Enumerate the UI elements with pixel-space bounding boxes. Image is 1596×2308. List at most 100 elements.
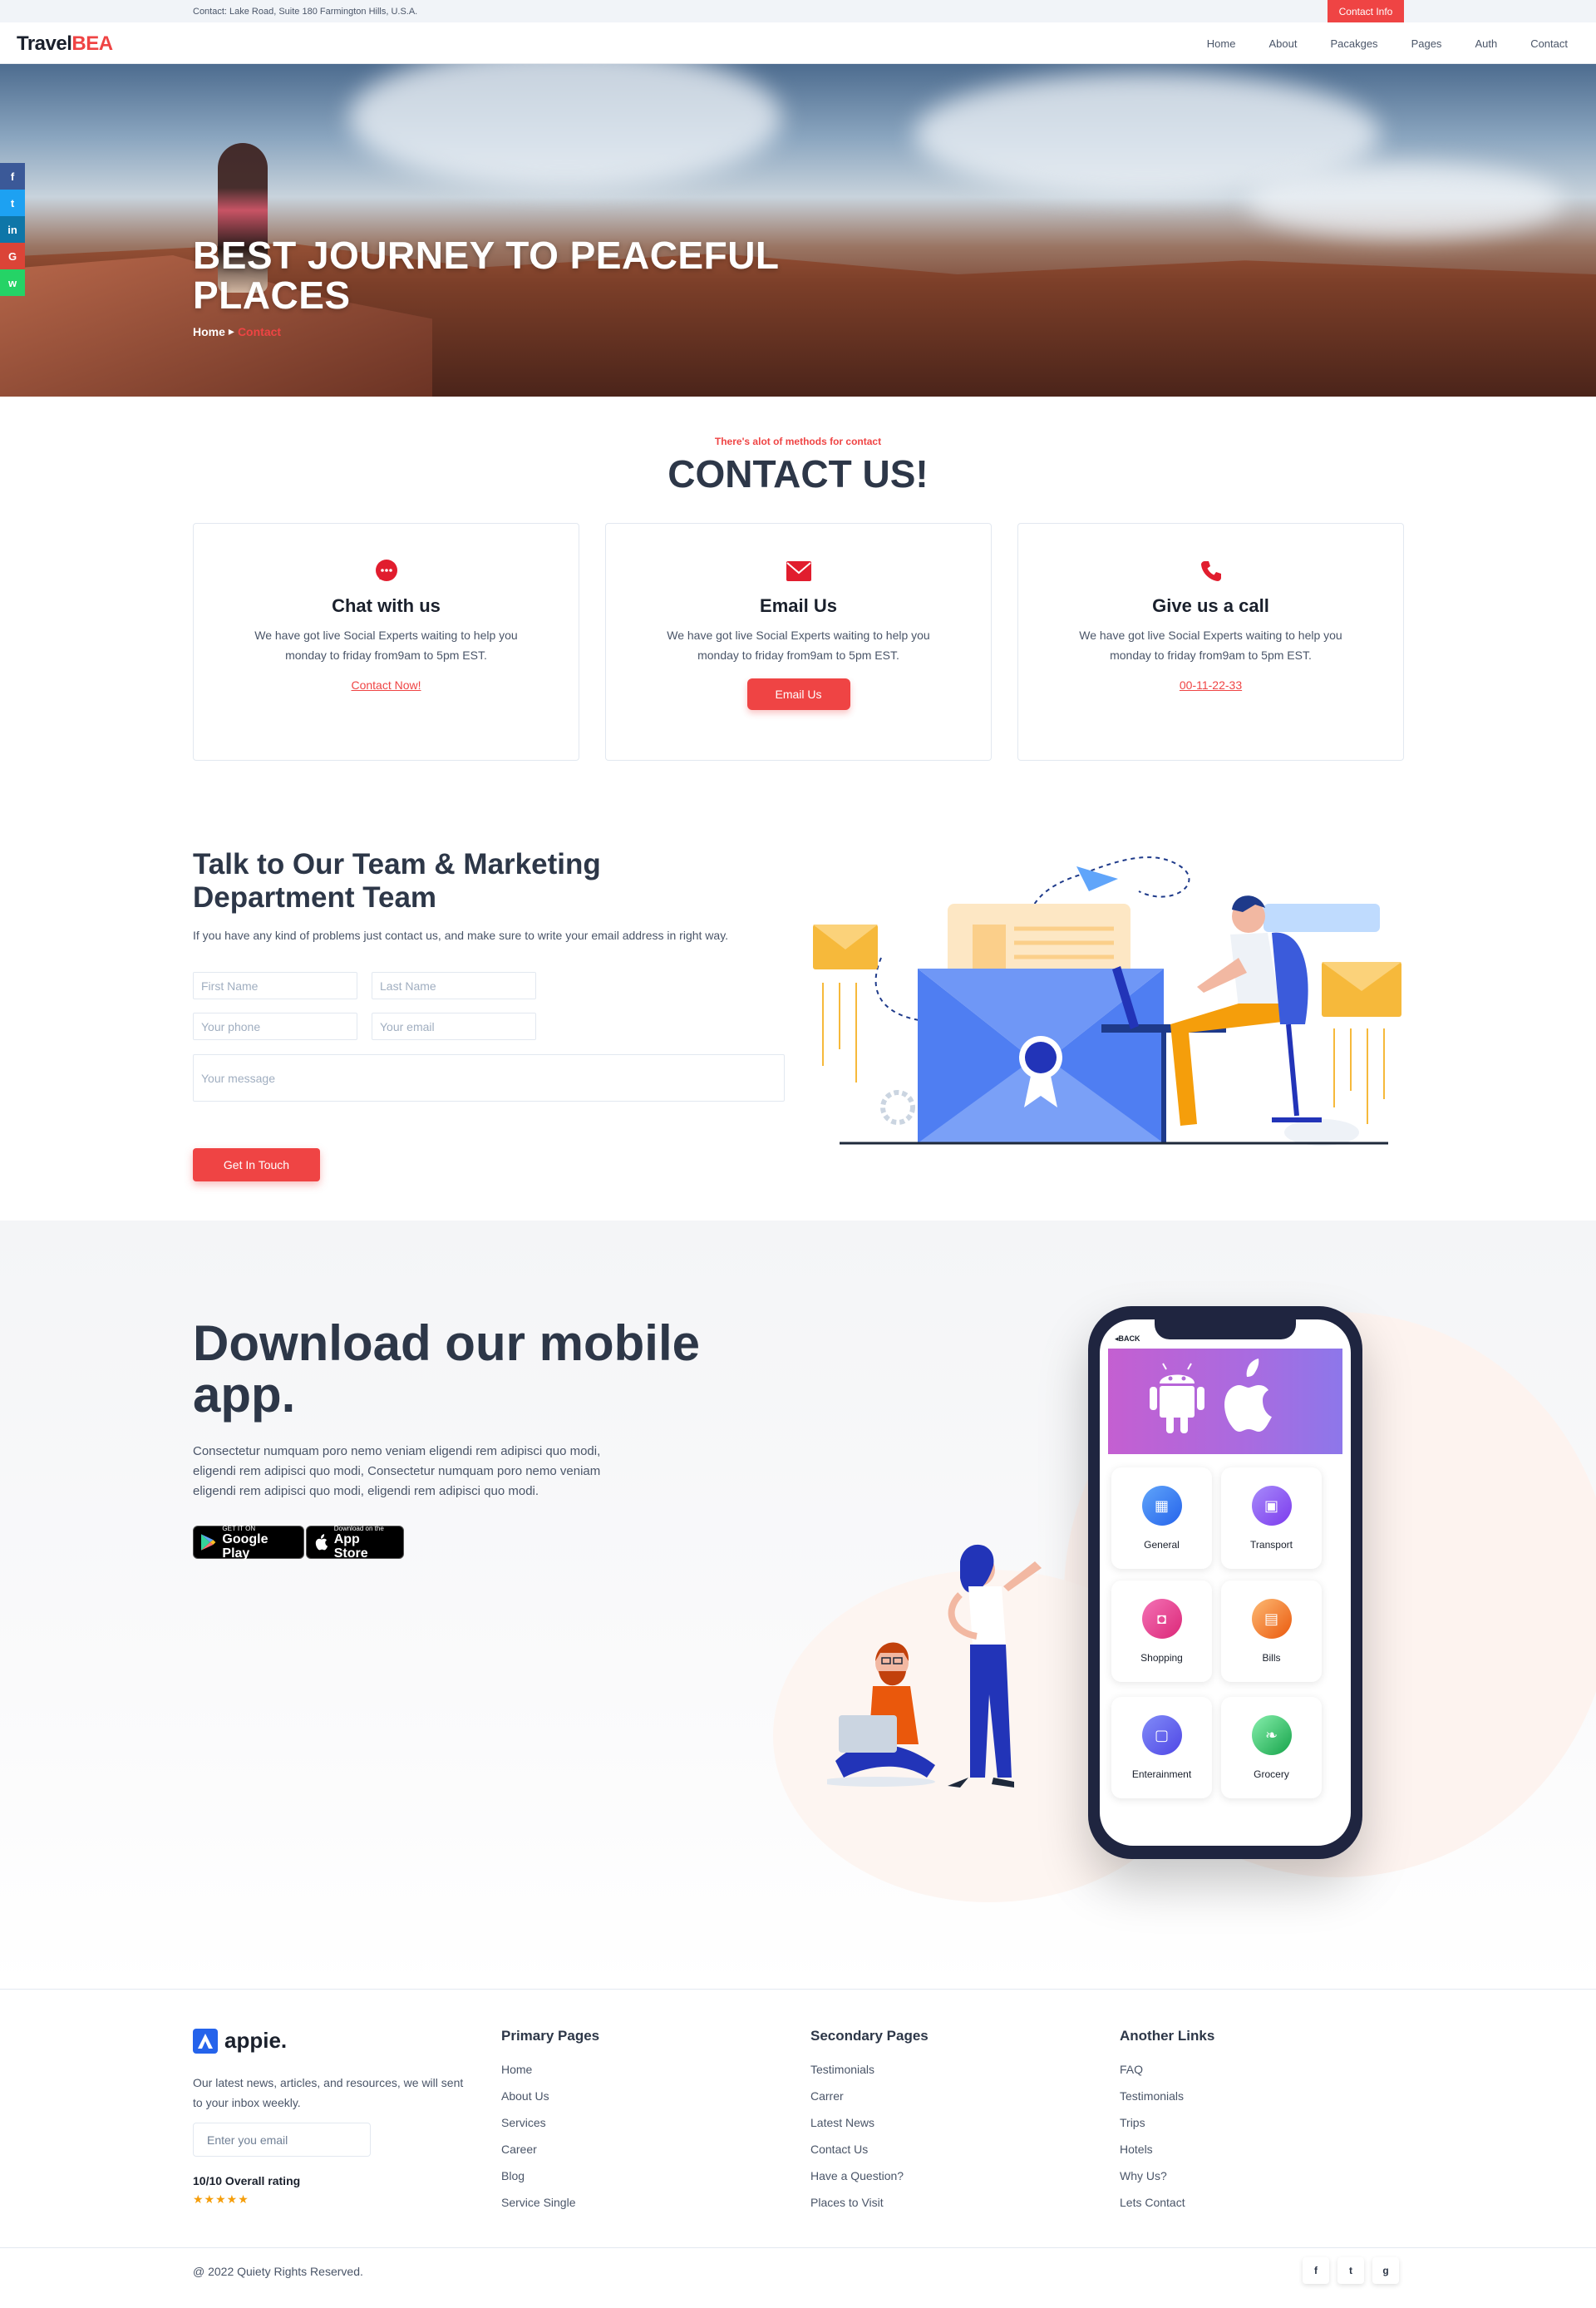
footer-link[interactable]: Career — [501, 2136, 599, 2163]
footer-link[interactable]: About Us — [501, 2083, 599, 2109]
phone-back-button[interactable]: ◂BACK — [1115, 1334, 1140, 1344]
app-title: Download our mobile app. — [193, 1315, 700, 1423]
card-title: Chat with us — [332, 595, 441, 616]
download-app-section: Download our mobile app. Consectetur num… — [0, 1221, 1596, 1989]
form-description: If you have any kind of problems just co… — [193, 929, 729, 942]
first-name-field[interactable]: First Name — [193, 972, 357, 999]
footer-link[interactable]: Testimonials — [1120, 2083, 1214, 2109]
footer-link[interactable]: Contact Us — [810, 2136, 929, 2163]
apple-logo-icon — [1224, 1359, 1272, 1432]
tile-label: Transport — [1250, 1539, 1293, 1551]
phone-back-label: BACK — [1118, 1334, 1140, 1343]
footer-link[interactable]: Blog — [501, 2163, 599, 2189]
footer-link[interactable]: Home — [501, 2056, 599, 2083]
tile-general[interactable]: ▦ General — [1111, 1467, 1212, 1569]
tile-label: General — [1144, 1539, 1180, 1551]
google-play-label: Google Play — [222, 1531, 268, 1561]
footer-link[interactable]: Service Single — [501, 2189, 599, 2216]
phone-number-link[interactable]: 00-11-22-33 — [1180, 678, 1242, 692]
nav-pages[interactable]: Pages — [1411, 37, 1442, 50]
nav-home[interactable]: Home — [1207, 37, 1236, 50]
tile-entertainment[interactable]: ▢ Enterainment — [1111, 1697, 1212, 1798]
site-logo[interactable]: TravelBEA — [17, 32, 113, 56]
hero-cloud — [349, 64, 781, 189]
contact-address: Contact: Lake Road, Suite 180 Farmington… — [193, 7, 418, 17]
logo-accent: BEA — [71, 32, 113, 55]
tile-shopping[interactable]: ◘ Shopping — [1111, 1581, 1212, 1682]
bus-icon: ▣ — [1251, 1486, 1292, 1526]
whatsapp-icon[interactable]: w — [0, 269, 25, 296]
leaf-icon: ❧ — [1251, 1715, 1292, 1755]
footer-link[interactable]: Services — [501, 2109, 599, 2136]
email-us-button[interactable]: Email Us — [746, 678, 850, 710]
twitter-icon[interactable]: t — [1337, 2257, 1364, 2284]
footer-link[interactable]: Have a Question? — [810, 2163, 929, 2189]
tile-label: Shopping — [1140, 1652, 1183, 1664]
tile-bills[interactable]: ▤ Bills — [1221, 1581, 1322, 1682]
google-play-button[interactable]: GET IT ON Google Play — [193, 1524, 304, 1561]
tv-icon: ▢ — [1141, 1715, 1182, 1755]
facebook-icon[interactable]: f — [0, 163, 25, 190]
footer-column-another: Another Links FAQ Testimonials Trips Hot… — [1120, 2028, 1214, 2216]
contact-info-button[interactable]: Contact Info — [1328, 0, 1404, 22]
chat-bubble-icon — [374, 559, 399, 584]
app-store-label: App Store — [333, 1531, 368, 1561]
google-play-icon — [200, 1534, 216, 1551]
card-title: Give us a call — [1152, 595, 1269, 616]
last-name-field[interactable]: Last Name — [372, 972, 536, 999]
footer-column-title: Secondary Pages — [810, 2028, 929, 2044]
email-field[interactable]: Your email — [372, 1013, 536, 1040]
google-icon[interactable]: G — [0, 243, 25, 269]
phone-mockup: ◂BACK ▦ General ▣ Transport ◘ Shopping ▤… — [1088, 1306, 1362, 1859]
footer-email-input[interactable]: Enter you email — [193, 2123, 371, 2157]
phone-field[interactable]: Your phone — [193, 1013, 357, 1040]
nav-auth[interactable]: Auth — [1475, 37, 1497, 50]
contact-section: There's alot of methods for contact CONT… — [0, 397, 1596, 808]
footer-link[interactable]: FAQ — [1120, 2056, 1214, 2083]
contact-form-section: Talk to Our Team & Marketing Department … — [0, 808, 1596, 1221]
footer-link[interactable]: Trips — [1120, 2109, 1214, 2136]
site-footer: appie. Our latest news, articles, and re… — [0, 1989, 1596, 2308]
nav-packages[interactable]: Pacakges — [1330, 37, 1377, 50]
footer-column-secondary: Secondary Pages Testimonials Carrer Late… — [810, 2028, 929, 2216]
card-title: Email Us — [760, 595, 837, 616]
breadcrumb-home[interactable]: Home — [193, 325, 225, 338]
people-illustration — [827, 1544, 1042, 1788]
contact-now-link[interactable]: Contact Now! — [351, 678, 421, 692]
message-field[interactable]: Your message — [193, 1054, 785, 1102]
github-icon[interactable]: g — [1372, 2257, 1399, 2284]
footer-link[interactable]: Why Us? — [1120, 2163, 1214, 2189]
tile-grocery[interactable]: ❧ Grocery — [1221, 1697, 1322, 1798]
card-text: We have got live Social Experts waiting … — [1079, 629, 1342, 662]
contact-eyebrow: There's alot of methods for contact — [714, 436, 882, 447]
app-store-button[interactable]: Download on the App Store — [306, 1524, 404, 1561]
footer-link[interactable]: Latest News — [810, 2109, 929, 2136]
grid-icon: ▦ — [1141, 1486, 1182, 1526]
tile-label: Bills — [1262, 1652, 1281, 1664]
twitter-icon[interactable]: t — [0, 190, 25, 216]
footer-link[interactable]: Hotels — [1120, 2136, 1214, 2163]
footer-newsletter-text: Our latest news, articles, and resources… — [193, 2076, 464, 2109]
receipt-icon: ▤ — [1251, 1599, 1292, 1639]
footer-column-title: Primary Pages — [501, 2028, 600, 2044]
footer-link[interactable]: Places to Visit — [810, 2189, 929, 2216]
get-in-touch-button[interactable]: Get In Touch — [193, 1148, 320, 1181]
facebook-icon[interactable]: f — [1303, 2257, 1329, 2284]
android-icon — [1150, 1363, 1204, 1433]
footer-column-primary: Primary Pages Home About Us Services Car… — [501, 2028, 599, 2216]
google-play-small: GET IT ON — [222, 1524, 256, 1532]
footer-link[interactable]: Carrer — [810, 2083, 929, 2109]
footer-link[interactable]: Lets Contact — [1120, 2189, 1214, 2216]
main-nav: Home About Pacakges Pages Auth Contact — [1174, 22, 1568, 64]
app-store-small: Download on the — [333, 1524, 384, 1532]
footer-link[interactable]: Testimonials — [810, 2056, 929, 2083]
footer-logo[interactable]: appie. — [193, 2028, 287, 2054]
phone-screen: ◂BACK ▦ General ▣ Transport ◘ Shopping ▤… — [1100, 1319, 1351, 1846]
tile-transport[interactable]: ▣ Transport — [1221, 1467, 1322, 1569]
top-bar: Contact: Lake Road, Suite 180 Farmington… — [0, 0, 1596, 22]
nav-about[interactable]: About — [1268, 37, 1297, 50]
nav-contact[interactable]: Contact — [1530, 37, 1568, 50]
linkedin-icon[interactable]: in — [0, 216, 25, 243]
tile-label: Grocery — [1254, 1768, 1289, 1780]
rating-stars: ★★★★★ — [193, 2192, 249, 2206]
